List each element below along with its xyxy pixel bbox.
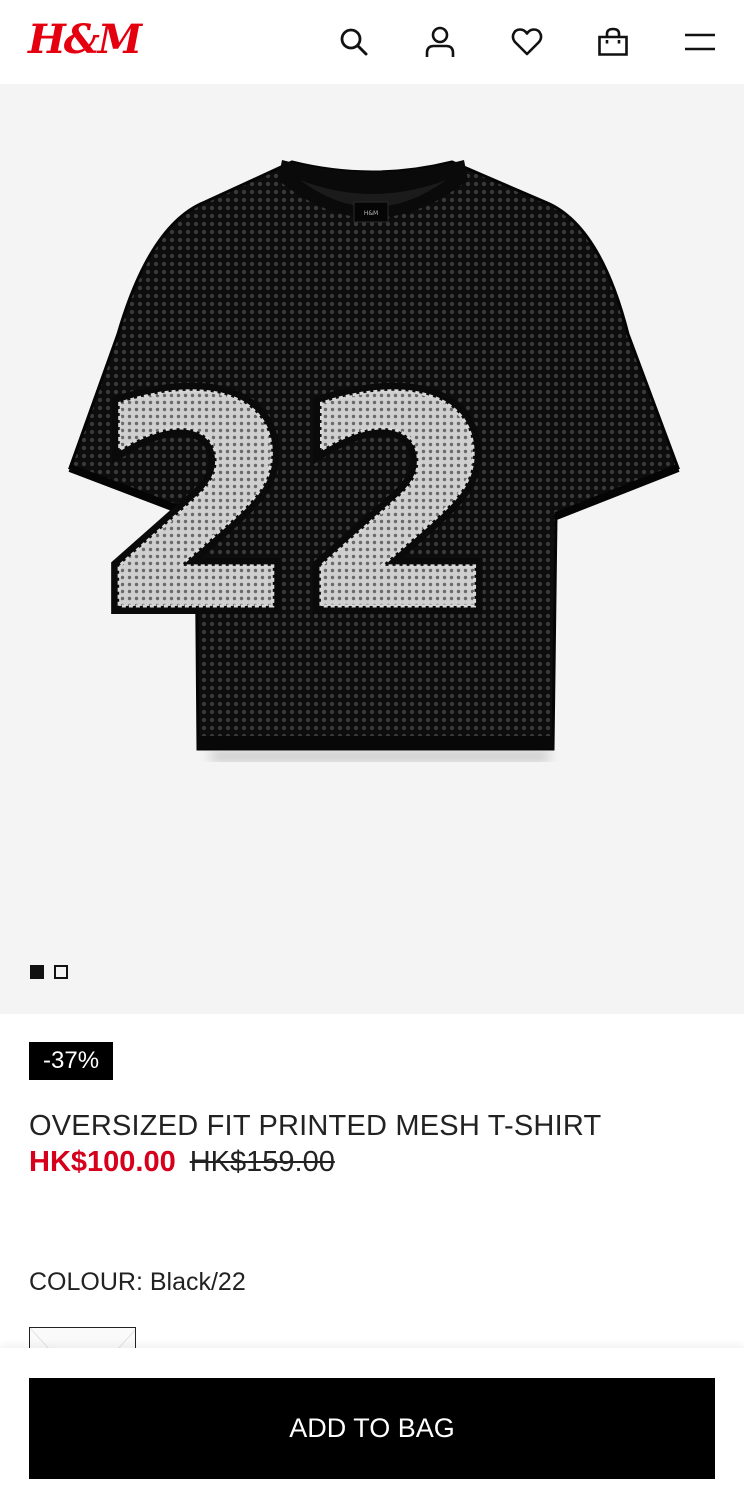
colour-label: COLOUR: Black/22 xyxy=(29,1268,246,1296)
image-pagination xyxy=(30,965,68,979)
search-icon[interactable] xyxy=(334,22,374,62)
sale-price: HK$100.00 xyxy=(29,1146,176,1178)
add-to-bag-button[interactable]: ADD TO BAG xyxy=(29,1378,715,1479)
account-icon[interactable] xyxy=(420,22,460,62)
product-title: OVERSIZED FIT PRINTED MESH T-SHIRT xyxy=(29,1110,602,1142)
original-price: HK$159.00 xyxy=(189,1146,335,1178)
product-image-gallery[interactable]: H&M 22 22 xyxy=(0,84,744,1014)
svg-text:H&M: H&M xyxy=(364,210,378,217)
shopping-bag-icon[interactable] xyxy=(593,22,633,62)
pagination-dot-2[interactable] xyxy=(54,965,68,979)
price-row: HK$100.00 HK$159.00 xyxy=(29,1144,335,1180)
sticky-cta-bar: ADD TO BAG xyxy=(0,1348,744,1500)
product-image: H&M 22 22 xyxy=(68,160,680,760)
jersey-number-print: 22 22 xyxy=(88,330,508,683)
pagination-dot-1[interactable] xyxy=(30,965,44,979)
svg-text:22: 22 xyxy=(96,338,500,675)
top-header: H&M xyxy=(0,0,744,84)
discount-badge: -37% xyxy=(29,1042,114,1080)
menu-icon[interactable] xyxy=(680,22,720,62)
heart-icon[interactable] xyxy=(507,22,547,62)
hm-logo[interactable]: H&M xyxy=(28,16,142,64)
